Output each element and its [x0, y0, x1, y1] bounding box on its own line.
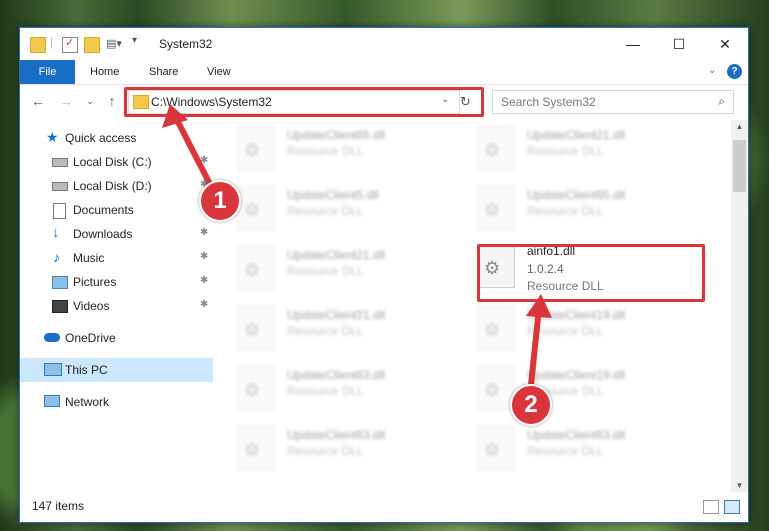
- callout-badge-2: 2: [510, 384, 552, 426]
- annotation-arrows: [162, 104, 552, 386]
- arrowhead-2: [526, 294, 552, 318]
- arrow-line-2: [528, 307, 542, 386]
- arrowhead-1: [162, 104, 188, 128]
- callout-badge-1: 1: [199, 180, 241, 222]
